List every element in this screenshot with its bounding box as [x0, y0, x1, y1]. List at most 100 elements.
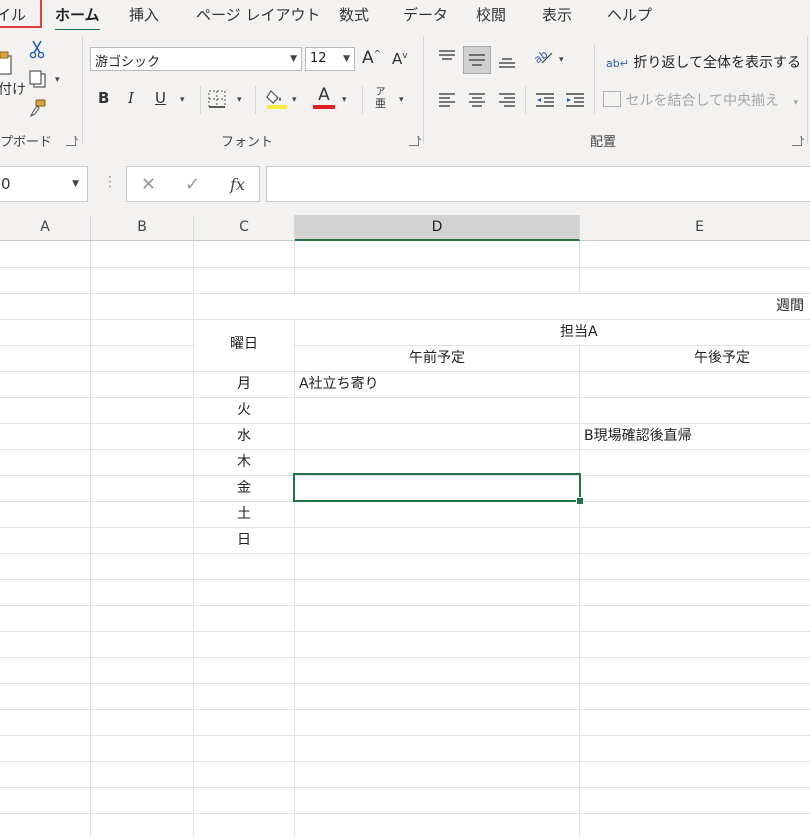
alignment-group-label: 配置: [590, 135, 617, 150]
font-size-combo[interactable]: 12 ▼: [305, 47, 355, 71]
clipboard-launcher-icon[interactable]: [66, 136, 76, 146]
column-header-c[interactable]: C: [194, 215, 295, 241]
wrap-text-label: 折り返して全体を表示する: [633, 55, 801, 71]
font-name-combo[interactable]: 游ゴシック ▼: [90, 47, 302, 71]
group-divider: [807, 36, 808, 144]
tab-page-layout[interactable]: ページ レイアウト: [196, 4, 320, 25]
divider: [594, 44, 595, 114]
borders-icon[interactable]: [208, 90, 226, 111]
fill-handle[interactable]: [576, 497, 584, 505]
cancel-icon[interactable]: ✕: [141, 174, 156, 195]
italic-button[interactable]: I: [128, 91, 134, 106]
day-cell[interactable]: 火: [194, 403, 294, 417]
tab-home[interactable]: ホーム: [55, 4, 100, 32]
person-header: 担当A: [560, 324, 598, 340]
person-merged-cell[interactable]: [296, 320, 810, 345]
chevron-down-icon: ▼: [290, 54, 297, 64]
font-name-value: 游ゴシック: [95, 55, 161, 70]
decrease-font-size-icon[interactable]: Av: [392, 52, 408, 67]
alignment-launcher-icon[interactable]: [792, 136, 802, 146]
clipboard-group-label: プボード: [0, 135, 53, 150]
divider: [200, 86, 201, 114]
divider: [525, 86, 526, 114]
fill-color-dropdown-icon[interactable]: ▾: [292, 96, 297, 105]
chevron-down-icon: ▼: [72, 179, 79, 189]
orientation-dropdown-icon[interactable]: ▾: [559, 56, 564, 65]
copy-icon[interactable]: [28, 69, 48, 92]
tab-data[interactable]: データ: [403, 4, 448, 25]
underline-dropdown-icon[interactable]: ▾: [180, 96, 185, 105]
phonetic-guide-icon[interactable]: ア亜: [375, 88, 386, 110]
font-color-dropdown-icon[interactable]: ▾: [342, 96, 347, 105]
fill-color-icon[interactable]: [265, 88, 289, 113]
day-cell[interactable]: 水: [194, 429, 294, 443]
phonetic-dropdown-icon[interactable]: ▾: [399, 96, 404, 105]
day-cell[interactable]: 日: [194, 533, 294, 547]
merge-center-button[interactable]: セルを結合して中央揃え ▾: [603, 90, 798, 110]
align-right-icon[interactable]: [498, 92, 516, 111]
align-center-icon[interactable]: [468, 92, 486, 111]
worksheet-grid[interactable]: 週間 曜日 担当A 午前予定 午後予定 月 火 水 木 金 土 日 A社立ち寄り…: [0, 241, 810, 837]
name-box[interactable]: 0 ▼: [0, 166, 88, 202]
increase-indent-icon[interactable]: [565, 92, 585, 111]
align-top-icon[interactable]: [438, 49, 456, 68]
wrap-text-button[interactable]: ab↵ 折り返して全体を表示する: [606, 52, 801, 72]
ribbon: 付け ▾ プボード 游ゴシック ▼ 12 ▼ A^ Av B I U ▾ ▾ ▾…: [0, 30, 810, 153]
font-color-icon[interactable]: A: [313, 87, 335, 109]
font-size-value: 12: [310, 51, 327, 66]
day-header: 曜日: [230, 336, 258, 352]
tab-file[interactable]: イル: [0, 0, 42, 28]
underline-button[interactable]: U: [155, 91, 166, 106]
bold-button[interactable]: B: [98, 91, 109, 106]
chevron-down-icon: ▾: [793, 98, 799, 108]
sheet-title: 週間: [776, 298, 804, 314]
column-header-e[interactable]: E: [580, 215, 810, 241]
merge-center-label: セルを結合して中央揃え: [625, 93, 780, 109]
font-color-swatch: [313, 105, 335, 109]
day-cell[interactable]: 金: [194, 481, 294, 495]
tab-help[interactable]: ヘルプ: [607, 4, 652, 25]
paste-label[interactable]: 付け: [0, 83, 26, 97]
decrease-indent-icon[interactable]: [535, 92, 555, 111]
formula-bar-area: 0 ▼ ⋮ ✕ ✓ fx: [0, 152, 810, 215]
align-middle-button[interactable]: [463, 46, 491, 74]
increase-font-size-icon[interactable]: A^: [362, 50, 381, 67]
tab-review[interactable]: 校閲: [476, 4, 506, 25]
tab-insert[interactable]: 挿入: [129, 4, 159, 25]
divider: [362, 86, 363, 114]
group-divider: [82, 36, 83, 144]
formula-input[interactable]: [266, 166, 810, 202]
column-header-d[interactable]: D: [295, 215, 580, 241]
group-divider: [423, 36, 424, 144]
paste-icon[interactable]: [0, 50, 14, 76]
font-group-label: フォント: [221, 135, 274, 150]
divider: [255, 86, 256, 114]
am-header: 午前予定: [409, 350, 465, 366]
insert-function-icon[interactable]: fx: [230, 175, 245, 194]
chevron-down-icon: ▼: [343, 54, 350, 64]
splitter-dots-icon[interactable]: ⋮: [103, 174, 117, 190]
day-cell[interactable]: 木: [194, 455, 294, 469]
tab-view[interactable]: 表示: [542, 4, 572, 25]
align-left-icon[interactable]: [438, 92, 456, 111]
align-bottom-icon[interactable]: [498, 53, 516, 72]
cut-icon[interactable]: [29, 39, 45, 62]
orientation-icon[interactable]: ab: [532, 47, 554, 70]
day-cell[interactable]: 月: [194, 377, 294, 391]
column-header-a[interactable]: A: [0, 215, 91, 241]
format-painter-icon[interactable]: [28, 98, 48, 121]
active-cell[interactable]: [293, 473, 581, 502]
name-box-value: 0: [1, 175, 11, 193]
borders-dropdown-icon[interactable]: ▾: [237, 96, 242, 105]
pm-plan-cell[interactable]: B現場確認後直帰: [584, 429, 692, 443]
day-cell[interactable]: 土: [194, 507, 294, 521]
am-plan-cell[interactable]: A社立ち寄り: [299, 377, 379, 391]
ribbon-tab-bar: イル ホーム 挿入 ページ レイアウト 数式 データ 校閲 表示 ヘルプ: [0, 0, 810, 32]
tab-formulas[interactable]: 数式: [339, 4, 369, 25]
font-launcher-icon[interactable]: [409, 136, 419, 146]
column-header-b[interactable]: B: [91, 215, 194, 241]
title-merged-cell[interactable]: [195, 294, 810, 319]
pm-header: 午後予定: [694, 350, 750, 366]
copy-dropdown-icon[interactable]: ▾: [55, 76, 60, 85]
enter-icon[interactable]: ✓: [185, 174, 200, 195]
